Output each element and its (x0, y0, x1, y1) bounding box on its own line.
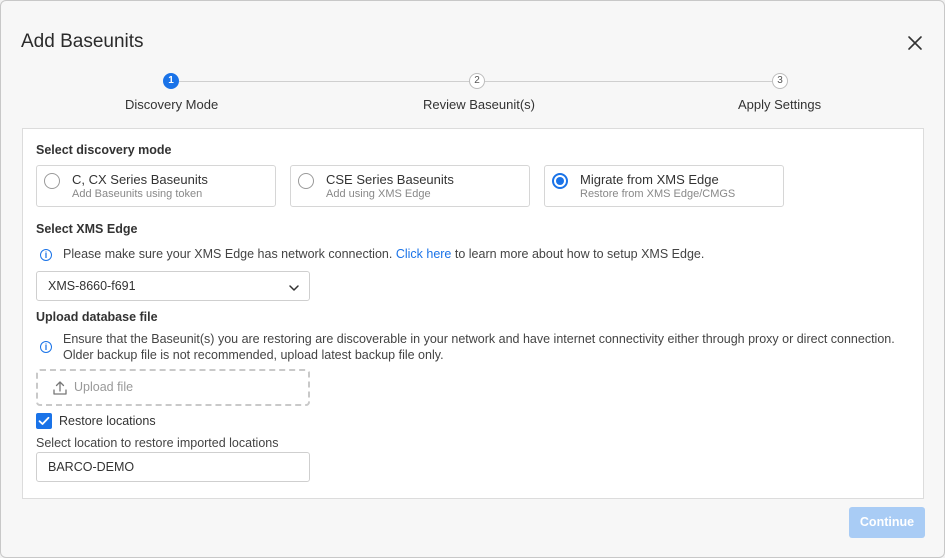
info-text-before: Please make sure your XMS Edge has netwo… (63, 247, 396, 261)
step-1-indicator: 1 (163, 73, 179, 89)
info-text-after: to learn more about how to setup XMS Edg… (451, 247, 705, 261)
step-2-indicator: 2 (469, 73, 485, 89)
continue-button[interactable]: Continue (849, 507, 925, 538)
dialog-title: Add Baseunits (21, 31, 144, 52)
xms-edge-select[interactable]: XMS-8660-f691 (36, 271, 310, 301)
upload-file-dropzone[interactable]: Upload file (36, 369, 310, 406)
info-icon: i (40, 249, 52, 261)
chevron-down-icon (288, 281, 300, 293)
radio-button-selected[interactable] (552, 173, 568, 189)
xms-edge-heading: Select XMS Edge (36, 222, 138, 236)
restore-locations-label: Restore locations (59, 414, 156, 428)
option-subtitle: Restore from XMS Edge/CMGS (580, 188, 736, 200)
add-baseunits-dialog: Add Baseunits 1 2 3 Discovery Mode Revie… (0, 0, 945, 558)
discovery-mode-heading: Select discovery mode (36, 143, 172, 157)
upload-info-line-2: Older backup file is not recommended, up… (63, 348, 444, 362)
select-value: XMS-8660-f691 (48, 279, 136, 293)
info-icon: i (40, 341, 52, 353)
xms-edge-info: Please make sure your XMS Edge has netwo… (63, 247, 704, 261)
option-subtitle: Add using XMS Edge (326, 188, 431, 200)
option-title: CSE Series Baseunits (326, 172, 454, 187)
radio-button[interactable] (44, 173, 60, 189)
step-2-label: Review Baseunit(s) (423, 97, 535, 112)
upload-heading: Upload database file (36, 310, 158, 324)
close-icon[interactable] (904, 32, 926, 54)
restore-location-input[interactable]: BARCO-DEMO (36, 452, 310, 482)
stepper-connector (485, 81, 772, 82)
click-here-link[interactable]: Click here (396, 247, 452, 261)
option-cse-series[interactable]: CSE Series Baseunits Add using XMS Edge (290, 165, 530, 207)
option-title: C, CX Series Baseunits (72, 172, 208, 187)
stepper-connector (179, 81, 469, 82)
restore-locations-checkbox[interactable] (36, 413, 52, 429)
option-migrate-xms-edge[interactable]: Migrate from XMS Edge Restore from XMS E… (544, 165, 784, 207)
checkmark-icon (38, 416, 50, 425)
step-3-label: Apply Settings (738, 97, 822, 112)
option-title: Migrate from XMS Edge (580, 172, 719, 187)
upload-info-line-1: Ensure that the Baseunit(s) you are rest… (63, 332, 895, 346)
step-1-label: Discovery Mode (125, 97, 219, 112)
upload-icon (52, 380, 68, 396)
restore-location-label: Select location to restore imported loca… (36, 436, 279, 450)
step-3-indicator: 3 (772, 73, 788, 89)
radio-button[interactable] (298, 173, 314, 189)
option-subtitle: Add Baseunits using token (72, 188, 203, 200)
upload-button-label: Upload file (74, 380, 134, 394)
option-c-cx-series[interactable]: C, CX Series Baseunits Add Baseunits usi… (36, 165, 276, 207)
